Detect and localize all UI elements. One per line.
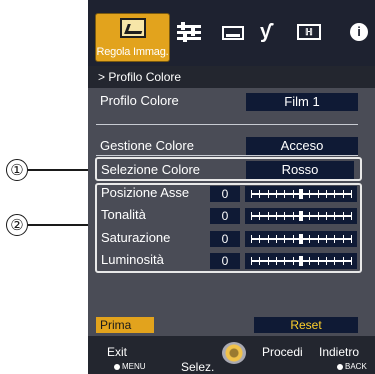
slider-tick (267, 235, 269, 243)
back-label[interactable]: Indietro (319, 345, 359, 359)
slider-tick (292, 212, 294, 220)
slider-tick (292, 257, 294, 265)
brightness-slider[interactable] (245, 253, 357, 269)
slider-tick (342, 257, 344, 265)
slider-tick (276, 212, 277, 220)
slider-thumb[interactable] (299, 189, 303, 199)
slider-label: Posizione Asse (101, 185, 190, 200)
prima-label: Prima (100, 318, 132, 332)
info-icon[interactable]: i (350, 23, 368, 41)
proceed-label[interactable]: Procedi (262, 345, 303, 359)
slider-tick (251, 212, 252, 220)
slider-tick (267, 190, 269, 198)
slider-tick (326, 257, 327, 265)
sliders-icon[interactable] (177, 22, 203, 42)
profile-label: Profilo Colore (100, 93, 179, 108)
wrench-icon[interactable]: ƴ (260, 22, 271, 42)
slider-tick (309, 212, 311, 220)
slider-tick (251, 190, 252, 198)
slider-label: Saturazione (101, 230, 171, 245)
hue-slider[interactable] (245, 208, 357, 224)
dot-icon (114, 363, 120, 370)
slider-tick (351, 257, 352, 265)
slider-tick (351, 190, 352, 198)
slider-tick (251, 235, 252, 243)
slider-tick (309, 235, 311, 243)
slider-tick (276, 190, 277, 198)
hdmi-icon[interactable]: ℍ (297, 24, 321, 40)
slider-tick (309, 190, 311, 198)
menu-hint: MENU (114, 362, 146, 371)
slider-tick (326, 190, 327, 198)
saturation-slider[interactable] (245, 231, 357, 247)
slider-thumb[interactable] (299, 211, 303, 221)
callout-2: ② (6, 214, 28, 236)
tab-picture-adjust-label: Regola Immag. (96, 46, 169, 58)
slider-tick (259, 257, 261, 265)
slider-tick (351, 235, 352, 243)
slider-tick (326, 235, 327, 243)
slider-value: 0 (210, 208, 240, 224)
slider-tick (251, 257, 252, 265)
menu-hint-label: MENU (122, 362, 146, 371)
slider-tick (309, 257, 311, 265)
slider-tick (334, 212, 336, 220)
slider-tick (259, 190, 261, 198)
slider-tick (342, 235, 344, 243)
slider-tick (317, 190, 319, 198)
divider (96, 124, 358, 125)
slider-label: Tonalità (101, 207, 146, 222)
divider (96, 155, 358, 156)
selection-value[interactable]: Rosso (246, 161, 354, 179)
slider-tick (284, 235, 286, 243)
selection-label: Selezione Colore (101, 162, 201, 177)
slider-thumb[interactable] (299, 234, 303, 244)
slider-value: 0 (210, 186, 240, 202)
screen-icon[interactable] (222, 26, 244, 40)
slider-tick (292, 235, 294, 243)
slider-tick (334, 235, 336, 243)
axis-position-slider[interactable] (245, 186, 357, 202)
slider-tick (284, 190, 286, 198)
slider-tick (267, 257, 269, 265)
dpad-icon[interactable] (222, 342, 246, 364)
reset-button[interactable]: Reset (254, 317, 358, 333)
slider-tick (267, 212, 269, 220)
picture-adjust-icon (120, 18, 146, 38)
back-hint-label: BACK (345, 362, 367, 371)
slider-tick (334, 257, 336, 265)
slider-tick (326, 212, 327, 220)
slider-tick (276, 257, 277, 265)
slider-tick (284, 212, 286, 220)
management-value[interactable]: Acceso (246, 137, 358, 155)
back-hint: BACK (337, 362, 367, 371)
slider-tick (259, 212, 261, 220)
slider-tick (342, 212, 344, 220)
slider-tick (292, 190, 294, 198)
management-label: Gestione Colore (100, 138, 194, 153)
slider-thumb[interactable] (299, 256, 303, 266)
profile-value[interactable]: Film 1 (246, 93, 358, 111)
slider-tick (351, 212, 352, 220)
slider-tick (317, 257, 319, 265)
slider-value: 0 (210, 231, 240, 247)
slider-tick (317, 235, 319, 243)
select-label: Selez. (181, 360, 215, 374)
dot-icon (337, 363, 343, 370)
exit-label[interactable]: Exit (107, 345, 127, 359)
callout-1-leader (28, 169, 95, 171)
callout-2-leader (28, 224, 95, 226)
breadcrumb: > Profilo Colore (88, 66, 375, 88)
callout-1: ① (6, 159, 28, 181)
slider-label: Luminosità (101, 252, 164, 267)
slider-tick (284, 257, 286, 265)
slider-tick (276, 235, 277, 243)
prima-button[interactable]: Prima (96, 317, 154, 333)
slider-tick (259, 235, 261, 243)
slider-tick (334, 190, 336, 198)
tab-picture-adjust[interactable]: Regola Immag. (95, 13, 170, 62)
slider-value: 0 (210, 253, 240, 269)
slider-tick (342, 190, 344, 198)
slider-tick (317, 212, 319, 220)
